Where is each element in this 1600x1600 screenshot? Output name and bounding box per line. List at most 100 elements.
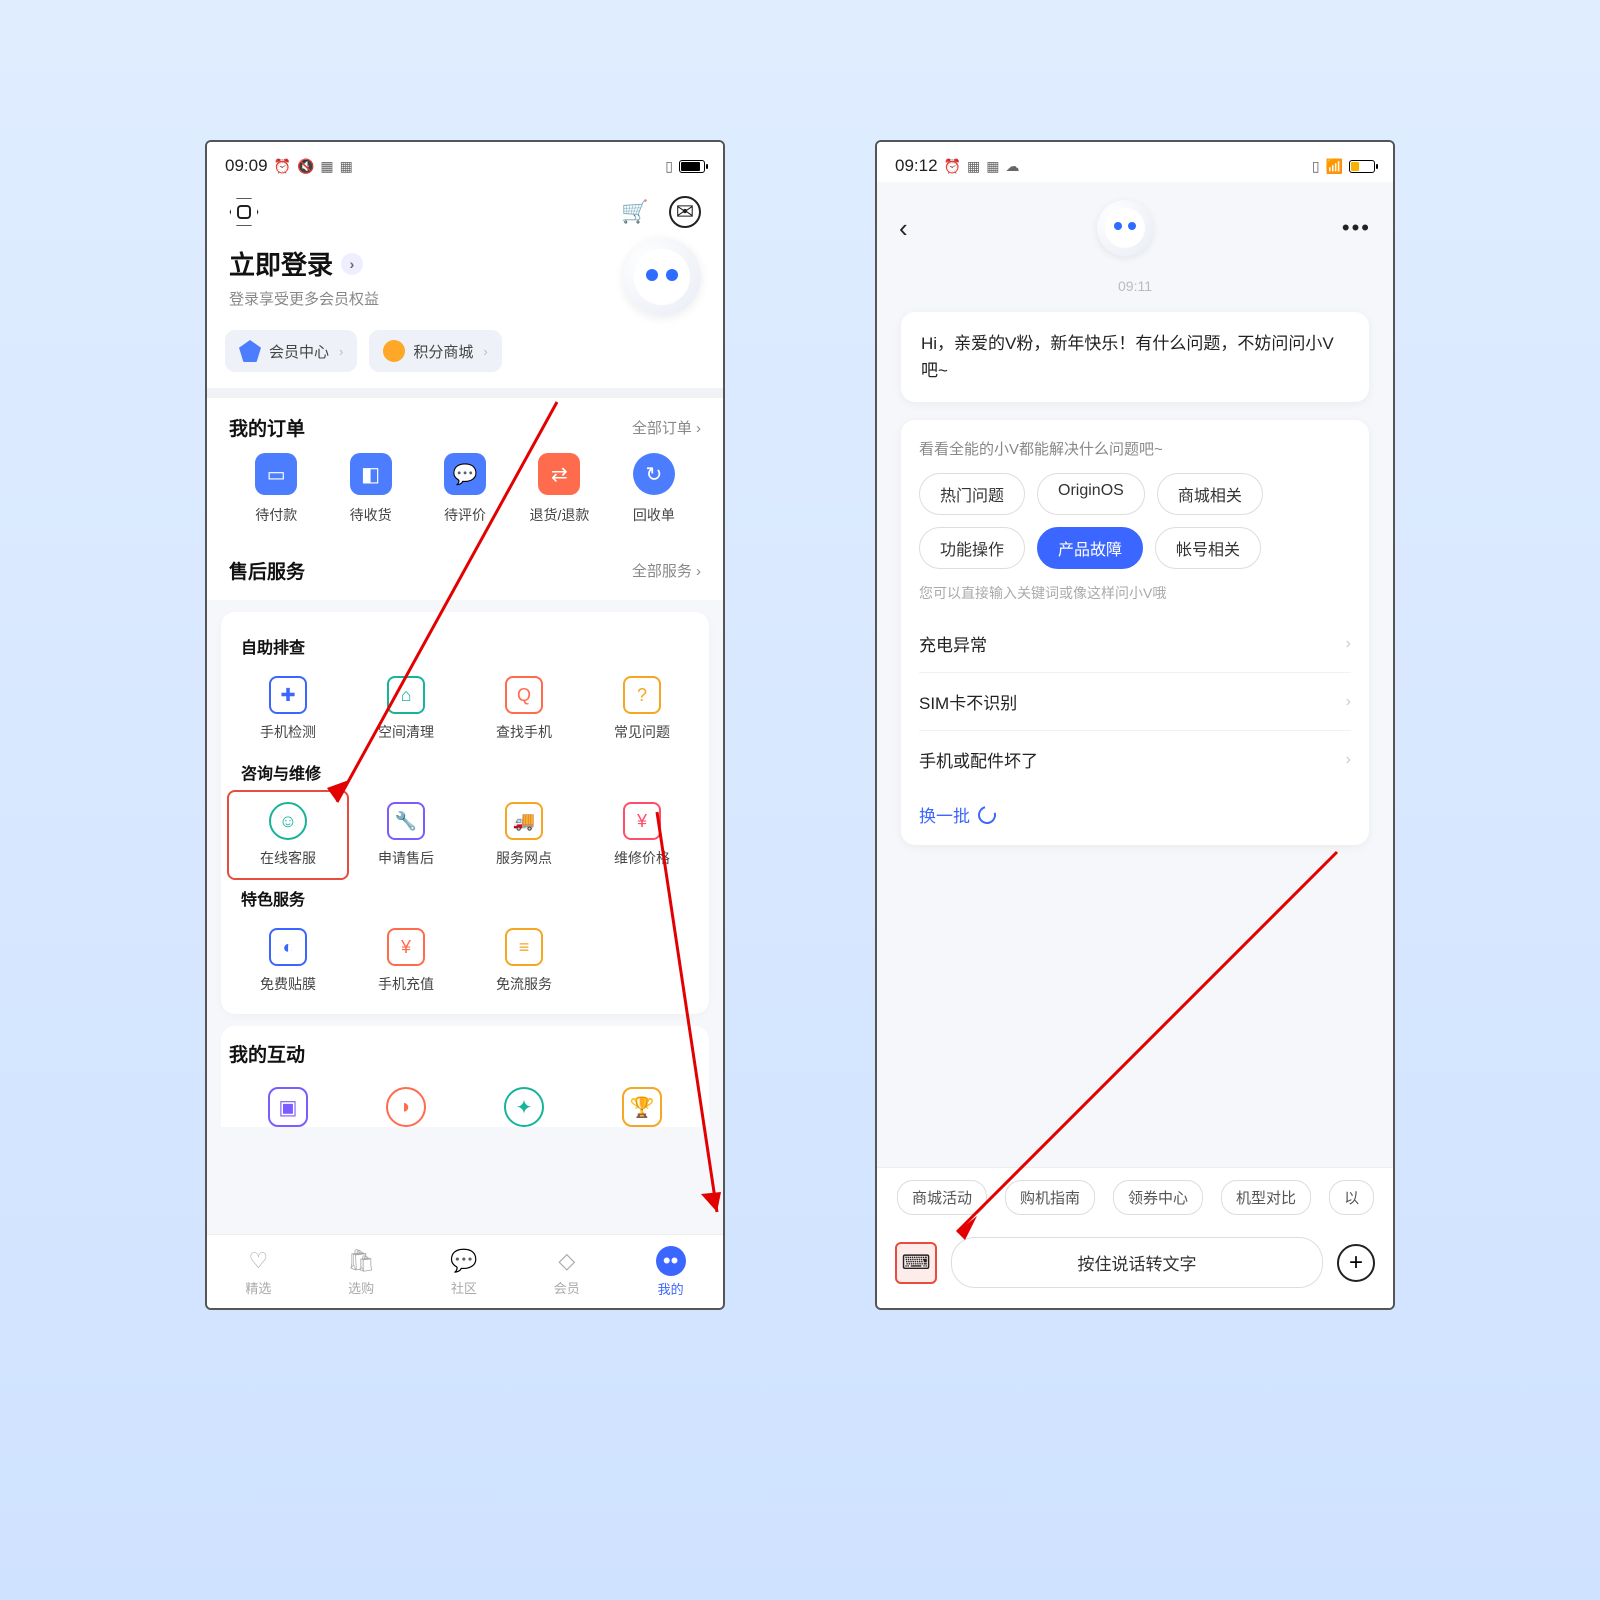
service-center[interactable]: 🚚服务网点	[465, 790, 583, 880]
quick-购机指南[interactable]: 购机指南	[1005, 1180, 1095, 1215]
greeting-bubble: Hi，亲爱的V粉，新年快乐！有什么问题，不妨问问小V吧~	[901, 312, 1369, 402]
find-phone[interactable]: Q查找手机	[465, 664, 583, 754]
chevron-right-icon: ›	[341, 253, 363, 275]
tag-帐号相关[interactable]: 帐号相关	[1155, 527, 1261, 569]
quick-row: 商城活动购机指南领券中心机型对比以	[877, 1168, 1393, 1227]
quick-商城活动[interactable]: 商城活动	[897, 1180, 987, 1215]
free-film[interactable]: ◐免费贴膜	[229, 916, 347, 1006]
tag-功能操作[interactable]: 功能操作	[919, 527, 1025, 569]
order-pending-review[interactable]: 💬待评价	[418, 453, 512, 525]
quick-机型对比[interactable]: 机型对比	[1221, 1180, 1311, 1215]
chevron-right-icon: ›	[1346, 693, 1351, 711]
qa-list: 充电异常›SIM卡不识别›手机或配件坏了›	[919, 615, 1351, 788]
messages-icon[interactable]: ✉	[669, 196, 701, 228]
quick-以[interactable]: 以	[1329, 1180, 1374, 1215]
tag-商城相关[interactable]: 商城相关	[1157, 473, 1263, 515]
quick-领券中心[interactable]: 领券中心	[1113, 1180, 1203, 1215]
qa-item[interactable]: 充电异常›	[919, 615, 1351, 672]
settings-icon[interactable]	[229, 197, 259, 227]
chat-header: ‹ •••	[877, 182, 1393, 264]
orders-more[interactable]: 全部订单 ›	[632, 417, 701, 438]
status-bar: 09:12 ⏰ ▦ ▦ ☁ ▯ 📶	[877, 142, 1393, 182]
nav-shop[interactable]: 🛍选购	[347, 1247, 375, 1297]
qa-item[interactable]: SIM卡不识别›	[919, 672, 1351, 730]
tag-row: 热门问题 OriginOS 商城相关功能操作产品故障帐号相关	[919, 473, 1351, 569]
star-icon	[383, 340, 405, 362]
left-phone: 09:09 ⏰ 🔇 ▦ ▦ ▯ 🛒 ✉ 立即登录 › 登录享受更多会员权益	[205, 140, 725, 1310]
tag-产品故障[interactable]: 产品故障	[1037, 527, 1143, 569]
aftersale-card: 自助排查 ✚手机检测 ⌂空间清理 Q查找手机 ?常见问题 咨询与维修 ☺在线客服…	[221, 612, 709, 1014]
cart-icon[interactable]: 🛒	[619, 196, 651, 228]
refresh-icon	[975, 803, 1000, 828]
chevron-right-icon: ›	[1346, 751, 1351, 769]
status-bar: 09:09 ⏰ 🔇 ▦ ▦ ▯	[207, 142, 723, 182]
divider	[207, 388, 723, 398]
nav-featured[interactable]: ♡精选	[244, 1247, 272, 1297]
intr-icon-3[interactable]: ✦	[504, 1087, 544, 1127]
suggestion-card: 看看全能的小V都能解决什么问题吧~ 热门问题 OriginOS 商城相关功能操作产品…	[901, 420, 1369, 845]
nav-community[interactable]: 💬社区	[450, 1247, 478, 1297]
status-cloud-icon: ☁	[1005, 158, 1019, 175]
status-alarm-icon: ⏰	[944, 158, 961, 175]
status-time: 09:09	[225, 156, 268, 176]
refresh-button[interactable]: 换一批	[919, 788, 1351, 827]
keyboard-button[interactable]: ⌨	[895, 1242, 937, 1284]
back-icon[interactable]: ‹	[899, 213, 908, 244]
online-service[interactable]: ☺在线客服	[229, 792, 347, 878]
status-time: 09:12	[895, 156, 938, 176]
chevron-right-icon: ›	[1346, 635, 1351, 653]
tag-OriginOS[interactable]: OriginOS	[1037, 473, 1145, 515]
order-refund[interactable]: ⇄退货/退款	[512, 453, 606, 525]
member-center-chip[interactable]: 会员中心›	[225, 330, 357, 372]
top-bar: 🛒 ✉	[207, 182, 723, 232]
diamond-icon	[239, 340, 261, 362]
points-mall-chip[interactable]: 积分商城›	[369, 330, 501, 372]
faq[interactable]: ?常见问题	[583, 664, 701, 754]
nav-member[interactable]: ◇会员	[553, 1247, 581, 1297]
login-sub: 登录享受更多会员权益	[229, 288, 379, 309]
voice-input[interactable]: 按住说话转文字	[951, 1237, 1323, 1288]
repair-price[interactable]: ¥维修价格	[583, 790, 701, 880]
battery-icon	[679, 160, 705, 173]
sim-icon: ▯	[665, 158, 673, 175]
interaction-title: 我的互动	[229, 1040, 305, 1067]
avatar[interactable]	[623, 238, 701, 316]
hint: 您可以直接输入关键词或像这样问小V哦	[919, 583, 1351, 603]
status-badge-icon: ▦	[320, 158, 333, 175]
storage-clean[interactable]: ⌂空间清理	[347, 664, 465, 754]
plus-button[interactable]: +	[1337, 1244, 1375, 1282]
free-data[interactable]: ≡免流服务	[465, 916, 583, 1006]
aftersale-more[interactable]: 全部服务 ›	[632, 560, 701, 581]
nav-mine[interactable]: ••我的	[656, 1246, 686, 1298]
status-badge-icon: ▦	[967, 158, 980, 175]
consult-title: 咨询与维修	[229, 754, 701, 790]
orders-title: 我的订单	[229, 414, 305, 441]
order-pending-ship[interactable]: ◧待收货	[323, 453, 417, 525]
interaction-card: 我的互动 ▣ ◗ ✦ 🏆	[221, 1026, 709, 1127]
phone-check[interactable]: ✚手机检测	[229, 664, 347, 754]
chat-time: 09:11	[877, 264, 1393, 312]
intr-icon-2[interactable]: ◗	[386, 1087, 426, 1127]
aftersale-head: 售后服务 全部服务 ›	[207, 541, 723, 600]
card-title: 看看全能的小V都能解决什么问题吧~	[919, 438, 1351, 459]
chip-row: 会员中心› 积分商城›	[207, 330, 723, 388]
wifi-icon: 📶	[1326, 158, 1343, 175]
intr-icon-4[interactable]: 🏆	[622, 1087, 662, 1127]
status-badge2-icon: ▦	[340, 158, 353, 175]
status-badge2-icon: ▦	[986, 158, 999, 175]
self-help-title: 自助排查	[229, 628, 701, 664]
battery-icon	[1349, 160, 1375, 173]
more-icon[interactable]: •••	[1342, 215, 1371, 241]
tag-热门问题[interactable]: 热门问题	[919, 473, 1025, 515]
recharge[interactable]: ¥手机充值	[347, 916, 465, 1006]
order-recycle[interactable]: ↻回收单	[607, 453, 701, 525]
qa-item[interactable]: 手机或配件坏了›	[919, 730, 1351, 788]
order-pending-pay[interactable]: ▭待付款	[229, 453, 323, 525]
bot-avatar[interactable]	[1097, 200, 1153, 256]
login-block[interactable]: 立即登录 › 登录享受更多会员权益	[207, 232, 723, 330]
special-title: 特色服务	[229, 880, 701, 916]
apply-aftersale[interactable]: 🔧申请售后	[347, 790, 465, 880]
intr-icon-1[interactable]: ▣	[268, 1087, 308, 1127]
status-mute-icon: 🔇	[297, 158, 314, 175]
right-phone: 09:12 ⏰ ▦ ▦ ☁ ▯ 📶 ‹ ••• 09:11 Hi，亲爱的V粉，新…	[875, 140, 1395, 1310]
